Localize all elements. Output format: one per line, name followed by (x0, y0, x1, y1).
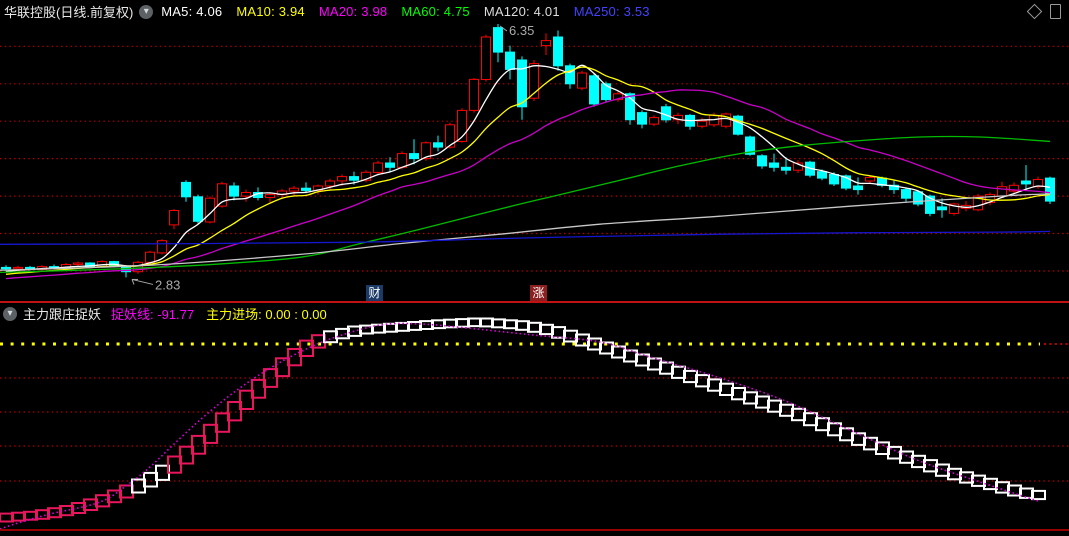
high-annotation: 6.35 (509, 23, 534, 38)
candles-group (1, 24, 1055, 278)
indicator-value-zhulijinchang: 主力进场: 0.00 : 0.00 (206, 307, 327, 322)
bottom-border (0, 529, 1069, 531)
zhuoyao-step-boxes (0, 317, 1046, 523)
main-chart-canvas[interactable]: 6.35 2.83 (0, 0, 1069, 303)
low-annotation: 2.83 (155, 277, 180, 292)
indicator-value-zhuoyaoxian: 捉妖线: -91.77 (111, 307, 195, 322)
chevron-down-icon: ▾ (7, 307, 13, 319)
marker-tag-cai[interactable]: 财 (366, 285, 383, 302)
sub-chart-header: ▾ 主力跟庄捉妖 捉妖线: -91.77 主力进场: 0.00 : 0.00 (0, 305, 1069, 322)
indicator-name: 主力跟庄捉妖 (23, 307, 102, 322)
marker-tag-zhang[interactable]: 涨 (530, 285, 547, 302)
stock-app-window: 华联控股(日线.前复权) ▾ MA5: 4.06 MA10: 3.94 MA20: … (0, 0, 1069, 536)
magenta-curve (0, 322, 1039, 530)
collapse-sub-panel-button[interactable]: ▾ (3, 306, 17, 321)
sub-chart-canvas[interactable] (0, 303, 1069, 530)
price-annotations: 6.35 2.83 (131, 23, 534, 292)
